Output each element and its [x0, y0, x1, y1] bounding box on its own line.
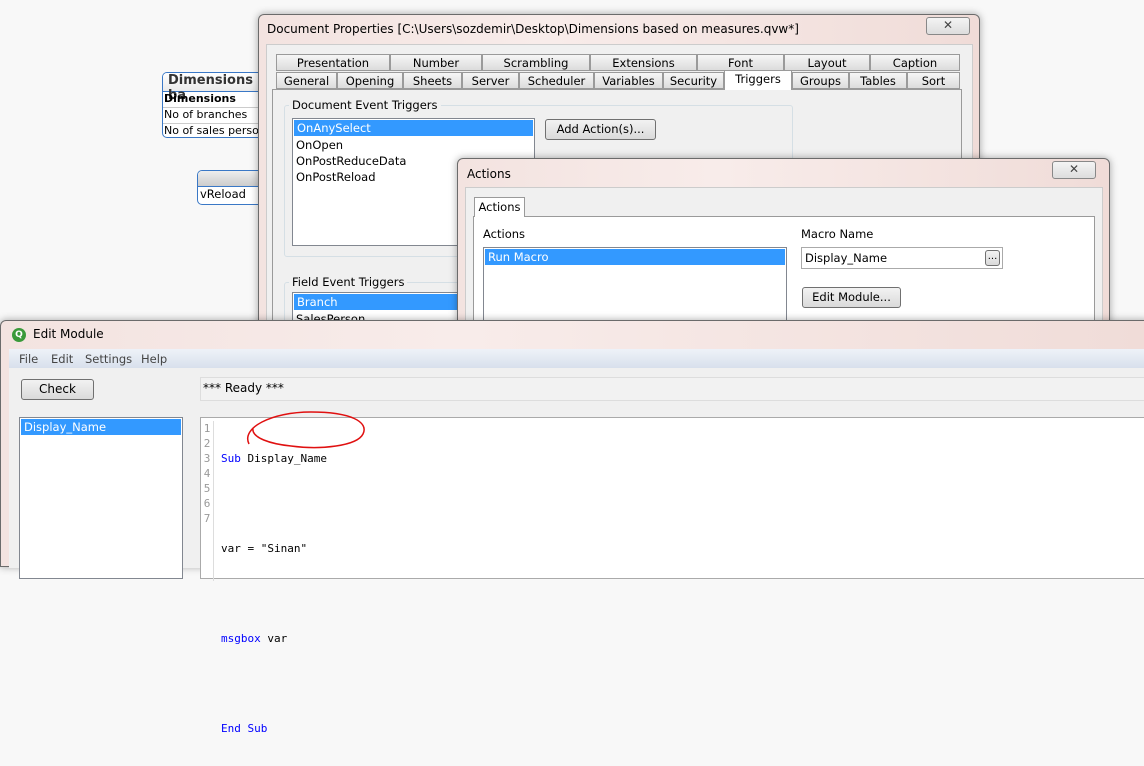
line-number: 4 [203, 467, 211, 480]
list-item[interactable]: Display_Name [21, 419, 181, 435]
browse-button[interactable]: ... [985, 250, 1000, 266]
dimensions-row[interactable]: No of branches [163, 108, 273, 124]
tab-presentation[interactable]: Presentation [276, 54, 390, 71]
tab-server[interactable]: Server [462, 72, 519, 89]
dimensions-row[interactable]: No of sales person [163, 124, 273, 137]
macro-name-input[interactable]: Display_Name ... [801, 247, 1003, 269]
actions-window: Actions ✕ Actions Actions Run Macro Macr… [457, 158, 1110, 358]
status-field: *** Ready *** [200, 377, 1144, 401]
tab-triggers[interactable]: Triggers [724, 70, 792, 90]
tab-caption[interactable]: Caption [870, 54, 960, 71]
red-circle-annotation [246, 411, 365, 449]
tab-number[interactable]: Number [390, 54, 482, 71]
edit-module-button[interactable]: Edit Module... [802, 287, 901, 308]
dimensions-box-title: Dimensions ba [163, 73, 273, 103]
line-gutter: 1 2 3 4 5 6 7 [201, 421, 214, 581]
dimensions-header: Dimensions [163, 92, 273, 108]
menu-settings[interactable]: Settings [85, 352, 132, 366]
module-list[interactable]: Display_Name [19, 417, 183, 579]
list-item[interactable]: OnOpen [293, 137, 534, 153]
code-line-5: msgbox var [221, 632, 288, 645]
list-item[interactable]: Run Macro [485, 249, 785, 265]
tab-actions[interactable]: Actions [474, 197, 525, 217]
line-number: 6 [203, 497, 211, 510]
window-title: Actions [467, 167, 511, 181]
code-text: Sub Display_Name var = "Sinan" msgbox va… [221, 421, 327, 766]
tab-variables[interactable]: Variables [594, 72, 663, 89]
line-number: 1 [203, 422, 211, 435]
edit-module-window: Q Edit Module File Edit Settings Help Ch… [0, 320, 1144, 735]
tab-security[interactable]: Security [663, 72, 724, 89]
sub-name: Display_Name [247, 452, 327, 465]
tab-sort[interactable]: Sort [907, 72, 960, 89]
tab-scheduler[interactable]: Scheduler [519, 72, 594, 89]
status-text: *** Ready *** [203, 381, 284, 395]
close-button[interactable]: ✕ [926, 17, 970, 35]
edit-module-body: Check *** Ready *** Display_Name 1 2 3 4 5 6 7… [9, 368, 1144, 735]
line-number: 3 [203, 452, 211, 465]
tab-general[interactable]: General [276, 72, 337, 89]
line-number: 7 [203, 512, 211, 525]
line-number: 5 [203, 482, 211, 495]
tab-tables[interactable]: Tables [849, 72, 907, 89]
actions-label: Actions [483, 227, 526, 241]
check-button[interactable]: Check [21, 379, 94, 400]
menu-bar: File Edit Settings Help [9, 349, 1144, 368]
qlikview-logo-icon: Q [12, 328, 26, 342]
menu-file[interactable]: File [19, 352, 38, 366]
macro-name-value: Display_Name [805, 251, 888, 265]
tab-font[interactable]: Font [697, 54, 784, 71]
add-actions-button[interactable]: Add Action(s)... [545, 119, 656, 140]
tab-groups[interactable]: Groups [792, 72, 849, 89]
list-item[interactable]: OnAnySelect [294, 120, 533, 136]
code-line-1: Sub Display_Name [221, 452, 327, 465]
close-button[interactable]: ✕ [1052, 161, 1096, 179]
code-editor[interactable]: 1 2 3 4 5 6 7 Sub Display_Name var = "Sinan" m… [200, 411, 1144, 735]
tab-layout[interactable]: Layout [784, 54, 870, 71]
tab-extensions[interactable]: Extensions [590, 54, 697, 71]
code-line-7: End Sub [221, 722, 268, 735]
window-title: Document Properties [C:\Users\sozdemir\D… [267, 22, 799, 36]
document-event-triggers-label: Document Event Triggers [289, 98, 441, 112]
menu-help[interactable]: Help [141, 352, 167, 366]
code-line-3: var = "Sinan" [221, 542, 308, 555]
window-title: Edit Module [33, 327, 104, 341]
line-number: 2 [203, 437, 211, 450]
tab-sheets[interactable]: Sheets [403, 72, 462, 89]
field-event-triggers-label: Field Event Triggers [289, 275, 408, 289]
tab-opening[interactable]: Opening [337, 72, 403, 89]
macro-name-label: Macro Name [801, 227, 874, 241]
menu-edit[interactable]: Edit [51, 352, 73, 366]
tab-scrambling[interactable]: Scrambling [482, 54, 590, 71]
